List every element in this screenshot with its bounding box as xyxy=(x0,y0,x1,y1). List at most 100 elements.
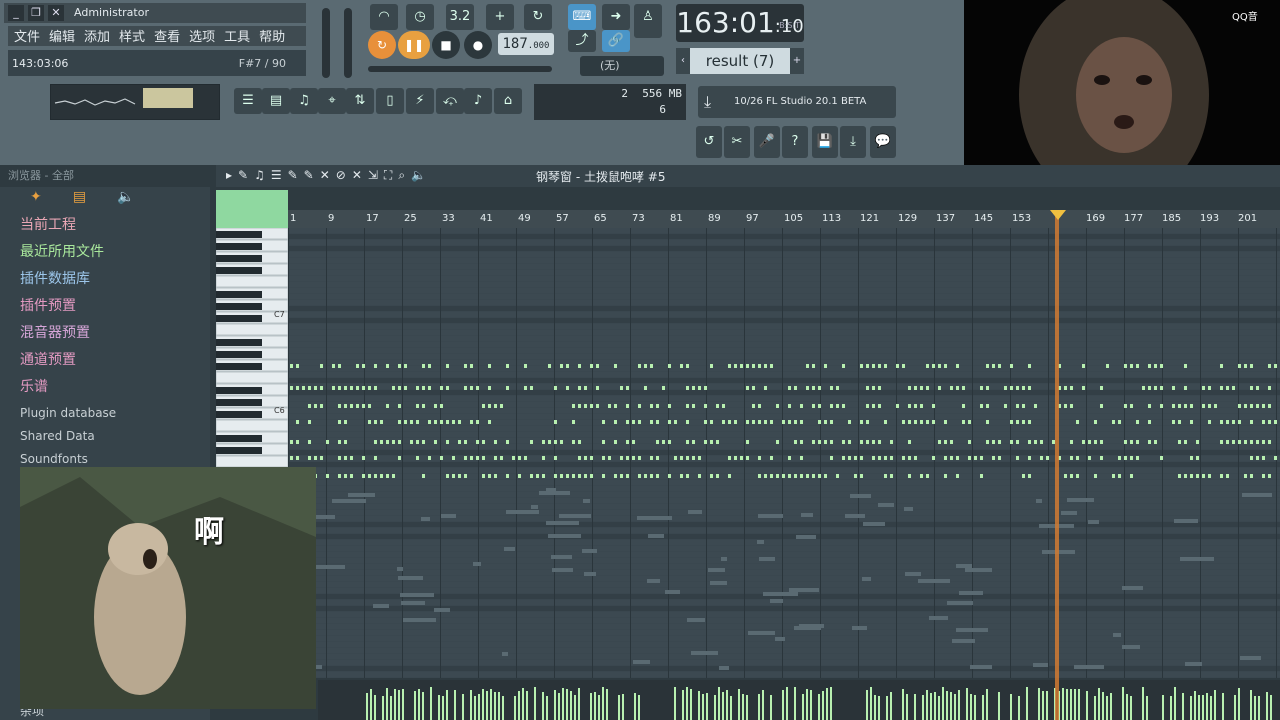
menu-edit[interactable]: 编辑 xyxy=(49,28,75,48)
browser-item-scores[interactable]: 乐谱 xyxy=(20,375,48,399)
undo-icon[interactable]: ↺ xyxy=(696,126,722,158)
minimize-icon[interactable]: _ xyxy=(8,5,24,21)
link-icon[interactable]: 🔗 xyxy=(602,30,630,52)
ram-usage: 556 MB xyxy=(642,87,682,100)
snap-icon[interactable]: ⤴ xyxy=(568,30,596,52)
video-overlay xyxy=(964,0,1280,186)
ruler-label: 185 xyxy=(1162,213,1182,224)
playhead-marker[interactable] xyxy=(1055,210,1059,720)
metronome-icon[interactable]: ♙ xyxy=(634,4,662,38)
pattern-prev-icon[interactable]: ‹ xyxy=(676,48,690,74)
piano-keyboard[interactable]: C7 C6 xyxy=(215,227,289,708)
pattern-selector[interactable]: ‹ result (7) + xyxy=(676,48,804,74)
gif-caption: 啊 xyxy=(194,515,224,550)
browser-item-channel-presets[interactable]: 通道预置 xyxy=(20,348,76,372)
browser-item-mixer-presets[interactable]: 混音器预置 xyxy=(20,321,90,345)
timeline-ruler[interactable]: 1 9 17 25 33 41 49 57 65 73 81 89 97 105 113 121 129 137 1… xyxy=(288,210,1280,228)
close-icon[interactable]: ✕ xyxy=(48,5,64,21)
download-icon: ⤓ xyxy=(704,92,712,111)
snap-select[interactable]: (无) xyxy=(580,56,664,76)
blend-notes-button[interactable]: + xyxy=(486,4,514,30)
step-edit-icon[interactable]: ➜ xyxy=(602,4,630,30)
ruler-label: 113 xyxy=(822,213,842,224)
edison-icon[interactable]: ⤽ xyxy=(436,88,464,114)
project-info-icon[interactable]: ▯ xyxy=(376,88,404,114)
stop-button[interactable]: ■ xyxy=(432,31,460,59)
save-as-icon[interactable]: ⤓ xyxy=(840,126,866,158)
restore-icon[interactable]: ❐ xyxy=(28,5,44,21)
master-pitch-slider[interactable] xyxy=(344,8,352,78)
pattern-song-toggle[interactable]: ↻ xyxy=(368,31,396,59)
piano-roll-icon[interactable]: ♫ xyxy=(290,88,318,114)
browser-item-current-project[interactable]: 当前工程 xyxy=(20,213,76,237)
piano-roll-corner[interactable] xyxy=(216,190,288,228)
menu-patterns[interactable]: 样式 xyxy=(119,28,145,48)
feedback-icon[interactable]: 💬 xyxy=(870,126,896,158)
playhead-triangle-icon[interactable] xyxy=(1050,210,1066,220)
menu-file[interactable]: 文件 xyxy=(14,28,40,48)
menu-help[interactable]: 帮助 xyxy=(259,28,285,48)
song-position-slider[interactable] xyxy=(368,66,552,72)
hint-note: F#7 / 90 xyxy=(238,57,286,70)
polyphony-count: 6 xyxy=(659,103,666,116)
window-title: Administrator xyxy=(74,6,149,19)
channel-rack-icon[interactable]: ▤ xyxy=(262,88,290,114)
playlist-icon[interactable]: ☰ xyxy=(234,88,262,114)
ruler-label: 65 xyxy=(594,213,607,224)
browser-icon[interactable]: ⌖ xyxy=(318,88,346,114)
browser-header: 浏览器 - 全部 xyxy=(0,165,210,187)
ruler-label: 201 xyxy=(1238,213,1258,224)
record-button[interactable]: ● xyxy=(464,31,492,59)
ruler-label: 97 xyxy=(746,213,759,224)
piano-roll-header: ▸✎♫☰✎✎✕⊘✕⇲⛶⌕🔈 钢琴窗 - 土拨鼠咆哮 #5 xyxy=(216,165,1280,187)
typing-keyboard-icon[interactable]: ⌨ xyxy=(568,4,596,30)
add-pattern-icon[interactable]: + xyxy=(790,48,804,74)
qq-watermark: QQ音 xyxy=(1232,12,1258,23)
ruler-label: 1 xyxy=(290,213,297,224)
loop-record-button[interactable]: ↻ xyxy=(524,4,552,30)
news-text: 10/26 FL Studio 20.1 BETA xyxy=(734,96,867,107)
ruler-label: 129 xyxy=(898,213,918,224)
menu-tools[interactable]: 工具 xyxy=(224,28,250,48)
recording-icon[interactable]: ♪ xyxy=(464,88,492,114)
browser-item-shared-data[interactable]: Shared Data xyxy=(20,424,95,448)
mixer-icon[interactable]: ⇅ xyxy=(346,88,374,114)
metronome-button[interactable]: ◠ xyxy=(370,4,398,30)
video-frame xyxy=(1019,0,1209,186)
mic-icon[interactable]: 🎤 xyxy=(754,126,780,158)
ruler-label: 57 xyxy=(556,213,569,224)
ruler-label: 137 xyxy=(936,213,956,224)
plugin-icon[interactable]: ⚡ xyxy=(406,88,434,114)
touch-keyboard-icon[interactable]: ⌂ xyxy=(494,88,522,114)
browser-item-recent-files[interactable]: 最近所用文件 xyxy=(20,240,104,264)
event-editor-lane[interactable] xyxy=(318,680,1280,720)
hint-bar: 143:03:06 F#7 / 90 xyxy=(8,50,306,76)
help-icon[interactable]: ? xyxy=(782,126,808,158)
save-icon[interactable]: 💾 xyxy=(812,126,838,158)
master-volume-slider[interactable] xyxy=(322,8,330,78)
browser-item-plugin-db-folder[interactable]: Plugin database xyxy=(20,401,116,425)
note-grid[interactable] xyxy=(288,228,1280,678)
menu-bar: 文件 编辑 添加 样式 查看 选项 工具 帮助 xyxy=(8,26,306,46)
ruler-label: 49 xyxy=(518,213,531,224)
menu-add[interactable]: 添加 xyxy=(84,28,110,48)
browser-tabs[interactable]: ✦ ▤ 🔈 xyxy=(30,189,190,211)
browser-item-plugin-presets[interactable]: 插件预置 xyxy=(20,294,76,318)
cut-icon[interactable]: ✂ xyxy=(724,126,750,158)
news-panel[interactable]: ⤓ 10/26 FL Studio 20.1 BETA xyxy=(698,86,896,118)
step-button[interactable]: 3.2 xyxy=(446,4,474,30)
ruler-label: 121 xyxy=(860,213,880,224)
tempo-decimal: .000 xyxy=(527,41,550,51)
song-time-display[interactable]: 163:01:10 B:S:T xyxy=(676,4,804,42)
cpu-monitor: 2 556 MB 6 xyxy=(534,84,686,120)
menu-options[interactable]: 选项 xyxy=(189,28,215,48)
tempo-display[interactable]: 187.000 xyxy=(498,33,554,55)
wait-for-input-button[interactable]: ◷ xyxy=(406,4,434,30)
browser-item-plugin-database[interactable]: 插件数据库 xyxy=(20,267,90,291)
marmot-image xyxy=(20,467,316,709)
piano-roll-tools[interactable]: ▸✎♫☰✎✎✕⊘✕⇲⛶⌕🔈 xyxy=(226,168,432,183)
ruler-label: 193 xyxy=(1200,213,1220,224)
play-button[interactable]: ❚❚ xyxy=(398,31,430,59)
voices-count: 2 xyxy=(621,87,628,100)
menu-view[interactable]: 查看 xyxy=(154,28,180,48)
